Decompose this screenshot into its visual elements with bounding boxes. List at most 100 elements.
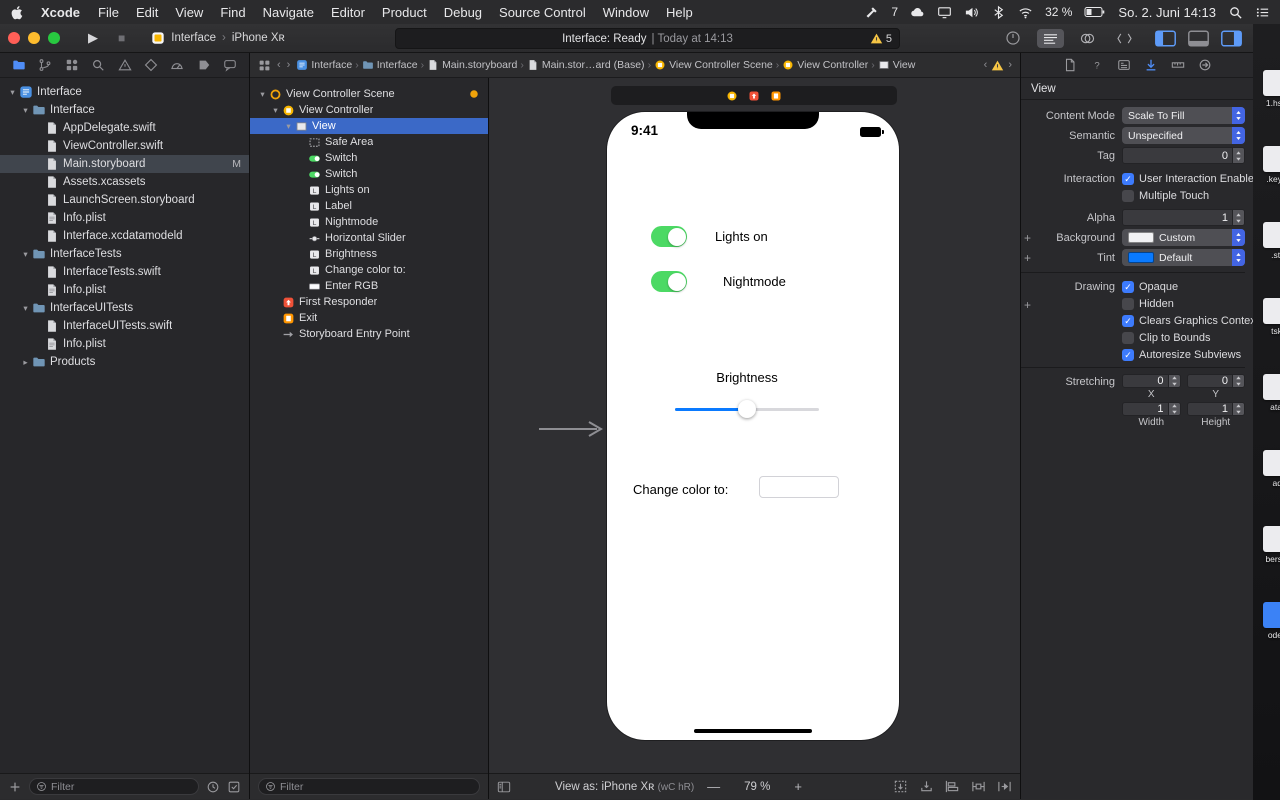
stepper-icon[interactable] bbox=[1232, 148, 1244, 163]
rgb-text-field[interactable] bbox=[759, 476, 839, 498]
desktop-file[interactable]: bers bbox=[1263, 526, 1280, 564]
version-editor-button[interactable] bbox=[1111, 29, 1138, 48]
menu-help[interactable]: Help bbox=[666, 5, 693, 20]
stepper-icon[interactable] bbox=[1232, 403, 1244, 415]
storyboard-entry-point-arrow[interactable] bbox=[539, 418, 609, 440]
breadcrumb-item-main-storyboard[interactable]: Main.storyboard bbox=[427, 59, 517, 71]
notification-center-icon[interactable] bbox=[1255, 5, 1270, 20]
zoom-in-button[interactable]: + bbox=[794, 779, 802, 794]
menu-editor[interactable]: Editor bbox=[331, 5, 365, 20]
outline-filter-field[interactable]: Filter bbox=[258, 778, 480, 795]
stop-button[interactable]: ■ bbox=[118, 31, 125, 45]
stepper-icon[interactable] bbox=[1168, 375, 1180, 387]
stretching-width-field[interactable]: 1 bbox=[1122, 402, 1181, 416]
navigator-tab-find[interactable] bbox=[91, 58, 105, 72]
tag-field[interactable]: 0 bbox=[1122, 147, 1245, 164]
desktop-file[interactable]: ode bbox=[1263, 602, 1280, 640]
navigator-row[interactable]: InterfaceUITests.swift bbox=[0, 317, 249, 335]
stepper-icon[interactable] bbox=[1168, 403, 1180, 415]
disclosure-triangle-icon[interactable]: ▾ bbox=[6, 87, 19, 98]
zoom-window-button[interactable] bbox=[48, 32, 60, 44]
checkbox-autoresize-subviews[interactable]: ✓ bbox=[1122, 349, 1134, 361]
navigator-row[interactable]: Info.plist bbox=[0, 209, 249, 227]
navigator-filter-field[interactable]: Filter bbox=[29, 778, 199, 795]
navigator-tab-symbols[interactable] bbox=[65, 58, 79, 72]
navigator-row[interactable]: Main.storyboardM bbox=[0, 155, 249, 173]
add-button[interactable] bbox=[8, 780, 22, 794]
navigator-row[interactable]: LaunchScreen.storyboard bbox=[0, 191, 249, 209]
outline-row[interactable]: LLabel bbox=[250, 198, 488, 214]
align-icon[interactable] bbox=[945, 779, 960, 794]
menu-window[interactable]: Window bbox=[603, 5, 649, 20]
outline-row[interactable]: LLights on bbox=[250, 182, 488, 198]
drawing-hidden[interactable]: Hidden bbox=[1122, 298, 1259, 310]
pin-icon[interactable] bbox=[971, 779, 986, 794]
menu-product[interactable]: Product bbox=[382, 5, 427, 20]
breadcrumb-item-view-controller-scene[interactable]: View Controller Scene bbox=[654, 59, 773, 71]
navigator-tab-debug[interactable] bbox=[170, 58, 184, 72]
interaction-multiple-touch[interactable]: Multiple Touch bbox=[1122, 190, 1260, 202]
scm-status-icon[interactable] bbox=[227, 780, 241, 794]
outline-row[interactable]: ▾View bbox=[250, 118, 488, 134]
stretching-y-field[interactable]: 0 bbox=[1187, 374, 1246, 388]
inspector-tab-identity[interactable] bbox=[1117, 58, 1131, 72]
navigator-row[interactable]: Interface.xcdatamodeld bbox=[0, 227, 249, 245]
disclosure-triangle-icon[interactable]: ▾ bbox=[19, 105, 32, 116]
checkbox-opaque[interactable]: ✓ bbox=[1122, 281, 1134, 293]
first-responder-dock-icon[interactable] bbox=[748, 90, 760, 102]
disclosure-triangle-icon[interactable]: ▸ bbox=[19, 357, 32, 368]
checkbox-clears-graphics-context[interactable]: ✓ bbox=[1122, 315, 1134, 327]
navigator-tab-tests[interactable] bbox=[144, 58, 158, 72]
navigator-toggle-button[interactable] bbox=[1154, 30, 1177, 47]
navigator-row[interactable]: ▾InterfaceUITests bbox=[0, 299, 249, 317]
content-mode-dropdown[interactable]: Scale To Fill bbox=[1122, 107, 1245, 124]
assistant-editor-button[interactable] bbox=[1074, 29, 1101, 48]
outline-row[interactable]: ▾View Controller Scene bbox=[250, 86, 488, 102]
outline-row[interactable]: First Responder bbox=[250, 294, 488, 310]
cloud-icon[interactable] bbox=[910, 5, 925, 20]
disclosure-triangle-icon[interactable]: ▾ bbox=[256, 89, 269, 100]
related-items-icon[interactable] bbox=[258, 59, 271, 72]
storyboard-canvas[interactable]: 9:41 Lights on Nightmode Brightness bbox=[489, 78, 1020, 773]
checkbox-hidden[interactable] bbox=[1122, 298, 1134, 310]
add-drawing-variation-button[interactable]: + bbox=[1024, 299, 1031, 311]
navigator-tab-breakpoints[interactable] bbox=[197, 58, 211, 72]
drawing-autoresize-subviews[interactable]: ✓Autoresize Subviews bbox=[1122, 349, 1259, 361]
back-button[interactable]: ‹ bbox=[277, 59, 281, 71]
tint-color-dropdown[interactable]: Default bbox=[1122, 249, 1245, 266]
app-menu-xcode[interactable]: Xcode bbox=[41, 5, 80, 20]
activity-circle-icon[interactable] bbox=[1005, 30, 1021, 46]
volume-icon[interactable] bbox=[964, 5, 979, 20]
issue-warning-icon[interactable] bbox=[991, 59, 1004, 72]
navigator-row[interactable]: ▾Interface bbox=[0, 83, 249, 101]
navigator-row[interactable]: ▾Interface bbox=[0, 101, 249, 119]
outline-row[interactable]: ▾View Controller bbox=[250, 102, 488, 118]
zoom-level[interactable]: 79 % bbox=[744, 781, 770, 793]
drawing-clip-to-bounds[interactable]: Clip to Bounds bbox=[1122, 332, 1259, 344]
lights-on-switch[interactable] bbox=[651, 226, 687, 247]
menu-navigate[interactable]: Navigate bbox=[263, 5, 314, 20]
zoom-out-button[interactable]: — bbox=[707, 779, 720, 794]
alpha-field[interactable]: 1 bbox=[1122, 209, 1245, 226]
menu-source-control[interactable]: Source Control bbox=[499, 5, 586, 20]
checkbox-clip-to-bounds[interactable] bbox=[1122, 332, 1134, 344]
scheme-selector[interactable]: Interface › iPhone Xʀ bbox=[151, 31, 285, 45]
navigator-row[interactable]: ViewController.swift bbox=[0, 137, 249, 155]
outline-row[interactable]: Switch bbox=[250, 166, 488, 182]
hammer-icon[interactable] bbox=[864, 5, 879, 20]
run-button[interactable]: ▶ bbox=[88, 30, 98, 46]
breadcrumb-item-view[interactable]: View bbox=[878, 59, 916, 71]
inspector-tab-connections[interactable] bbox=[1198, 58, 1212, 72]
embed-icon[interactable] bbox=[919, 779, 934, 794]
navigator-row[interactable]: AppDelegate.swift bbox=[0, 119, 249, 137]
drawing-clears-graphics-context[interactable]: ✓Clears Graphics Context bbox=[1122, 315, 1259, 327]
close-window-button[interactable] bbox=[8, 32, 20, 44]
navigator-row[interactable]: Assets.xcassets bbox=[0, 173, 249, 191]
background-color-dropdown[interactable]: Custom bbox=[1122, 229, 1245, 246]
stepper-icon[interactable] bbox=[1232, 210, 1244, 225]
desktop-file[interactable]: ata bbox=[1263, 374, 1280, 412]
stepper-icon[interactable] bbox=[1232, 375, 1244, 387]
display-icon[interactable] bbox=[937, 5, 952, 20]
menu-edit[interactable]: Edit bbox=[136, 5, 158, 20]
semantic-dropdown[interactable]: Unspecified bbox=[1122, 127, 1245, 144]
